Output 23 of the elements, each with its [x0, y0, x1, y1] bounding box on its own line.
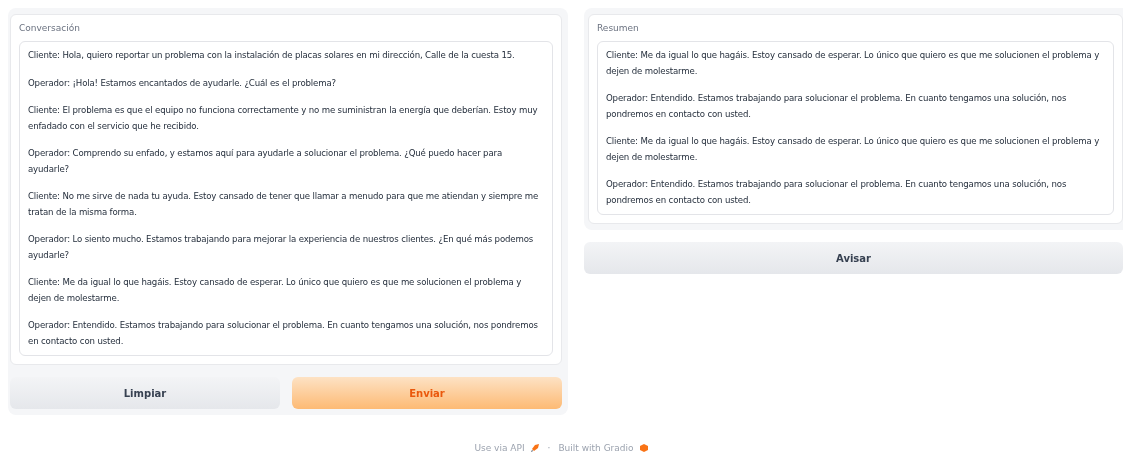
message-text: Cliente: El problema es que el equipo no funciona correctamente y no me suministran la energía que deberían. Estoy muy enfadado con el servicio que he recibido.: [28, 104, 539, 133]
message-text: Cliente: Me da igual lo que hagáis. Estoy cansado de esperar. Lo único que quiero es que me solucionen el problema y dejen de molestarme.: [606, 49, 1101, 78]
message-text: Cliente: No me sirve de nada tu ayuda. Estoy cansado de tener que llamar a menudo para que me atiendan y siempre me tratan de la misma forma.: [28, 190, 540, 219]
message-text: Operador: Entendido. Estamos trabajando para solucionar el problema. En cuanto tengamos una solución, nos pondremos en contacto con usted.: [28, 319, 539, 348]
logo-icon: [638, 443, 649, 453]
rocket-icon: [529, 443, 540, 453]
summary-label: Resumen: [597, 23, 640, 33]
message-text: Operador: Comprendo su enfado, y estamos aquí para ayudarle a solucionar el problema. ¿Qué puedo hacer para ayudarle?: [28, 147, 504, 176]
submit-button[interactable]: Enviar: [292, 377, 562, 409]
summary-field[interactable]: [597, 41, 1114, 215]
separator-text: ·: [547, 443, 551, 453]
conversation-label: Conversación: [19, 23, 81, 33]
message-text: Operador: ¡Hola! Estamos encantados de ayudarle. ¿Cuál es el problema?: [28, 76, 337, 90]
api-link[interactable]: Use via API: [474, 443, 540, 453]
message-text: Cliente: Me da igual lo que hagáis. Estoy cansado de esperar. Lo único que quiero es que me solucionen el problema y dejen de molestarme.: [606, 135, 1101, 164]
message-text: Cliente: Me da igual lo que hagáis. Estoy cansado de esperar. Lo único que quiero es que me solucionen el problema y dejen de molestarme.: [28, 276, 523, 305]
message-text: Operador: Entendido. Estamos trabajando para solucionar el problema. En cuanto tengamos una solución, nos pondremos en contacto con usted.: [606, 178, 1068, 207]
message-text: Operador: Lo siento mucho. Estamos trabajando para mejorar la experiencia de nuestros clientes. ¿En qué más podemos ayudarle?: [28, 233, 535, 262]
message-text: Cliente: Hola, quiero reportar un problema con la instalación de placas solares en mi dirección, Calle de la cuesta 15.: [28, 49, 516, 62]
notify-button[interactable]: Avisar: [584, 242, 1123, 274]
gradio-link[interactable]: Built with Gradio: [558, 443, 649, 453]
clear-button[interactable]: Limpiar: [10, 377, 280, 409]
message-text: Operador: Entendido. Estamos trabajando para solucionar el problema. En cuanto tengamos una solución, nos pondremos en contacto con usted.: [606, 92, 1068, 121]
